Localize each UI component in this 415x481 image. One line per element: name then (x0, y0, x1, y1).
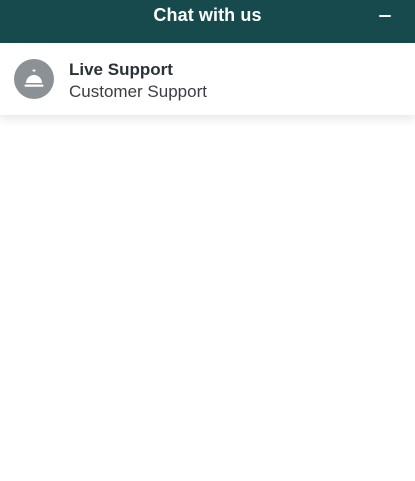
agent-name: Live Support (69, 60, 173, 79)
chat-title: Chat with us (153, 5, 262, 25)
chat-header: Chat with us (0, 0, 415, 43)
agent-card[interactable]: Live Support Customer Support (0, 43, 415, 115)
agent-role: Customer Support (69, 82, 207, 101)
avatar (14, 59, 54, 99)
service-bell-icon (24, 69, 44, 87)
minus-icon (379, 15, 391, 17)
chat-widget: Chat with us Live Support Customer Suppo… (0, 0, 415, 481)
minimize-button[interactable] (375, 6, 395, 26)
